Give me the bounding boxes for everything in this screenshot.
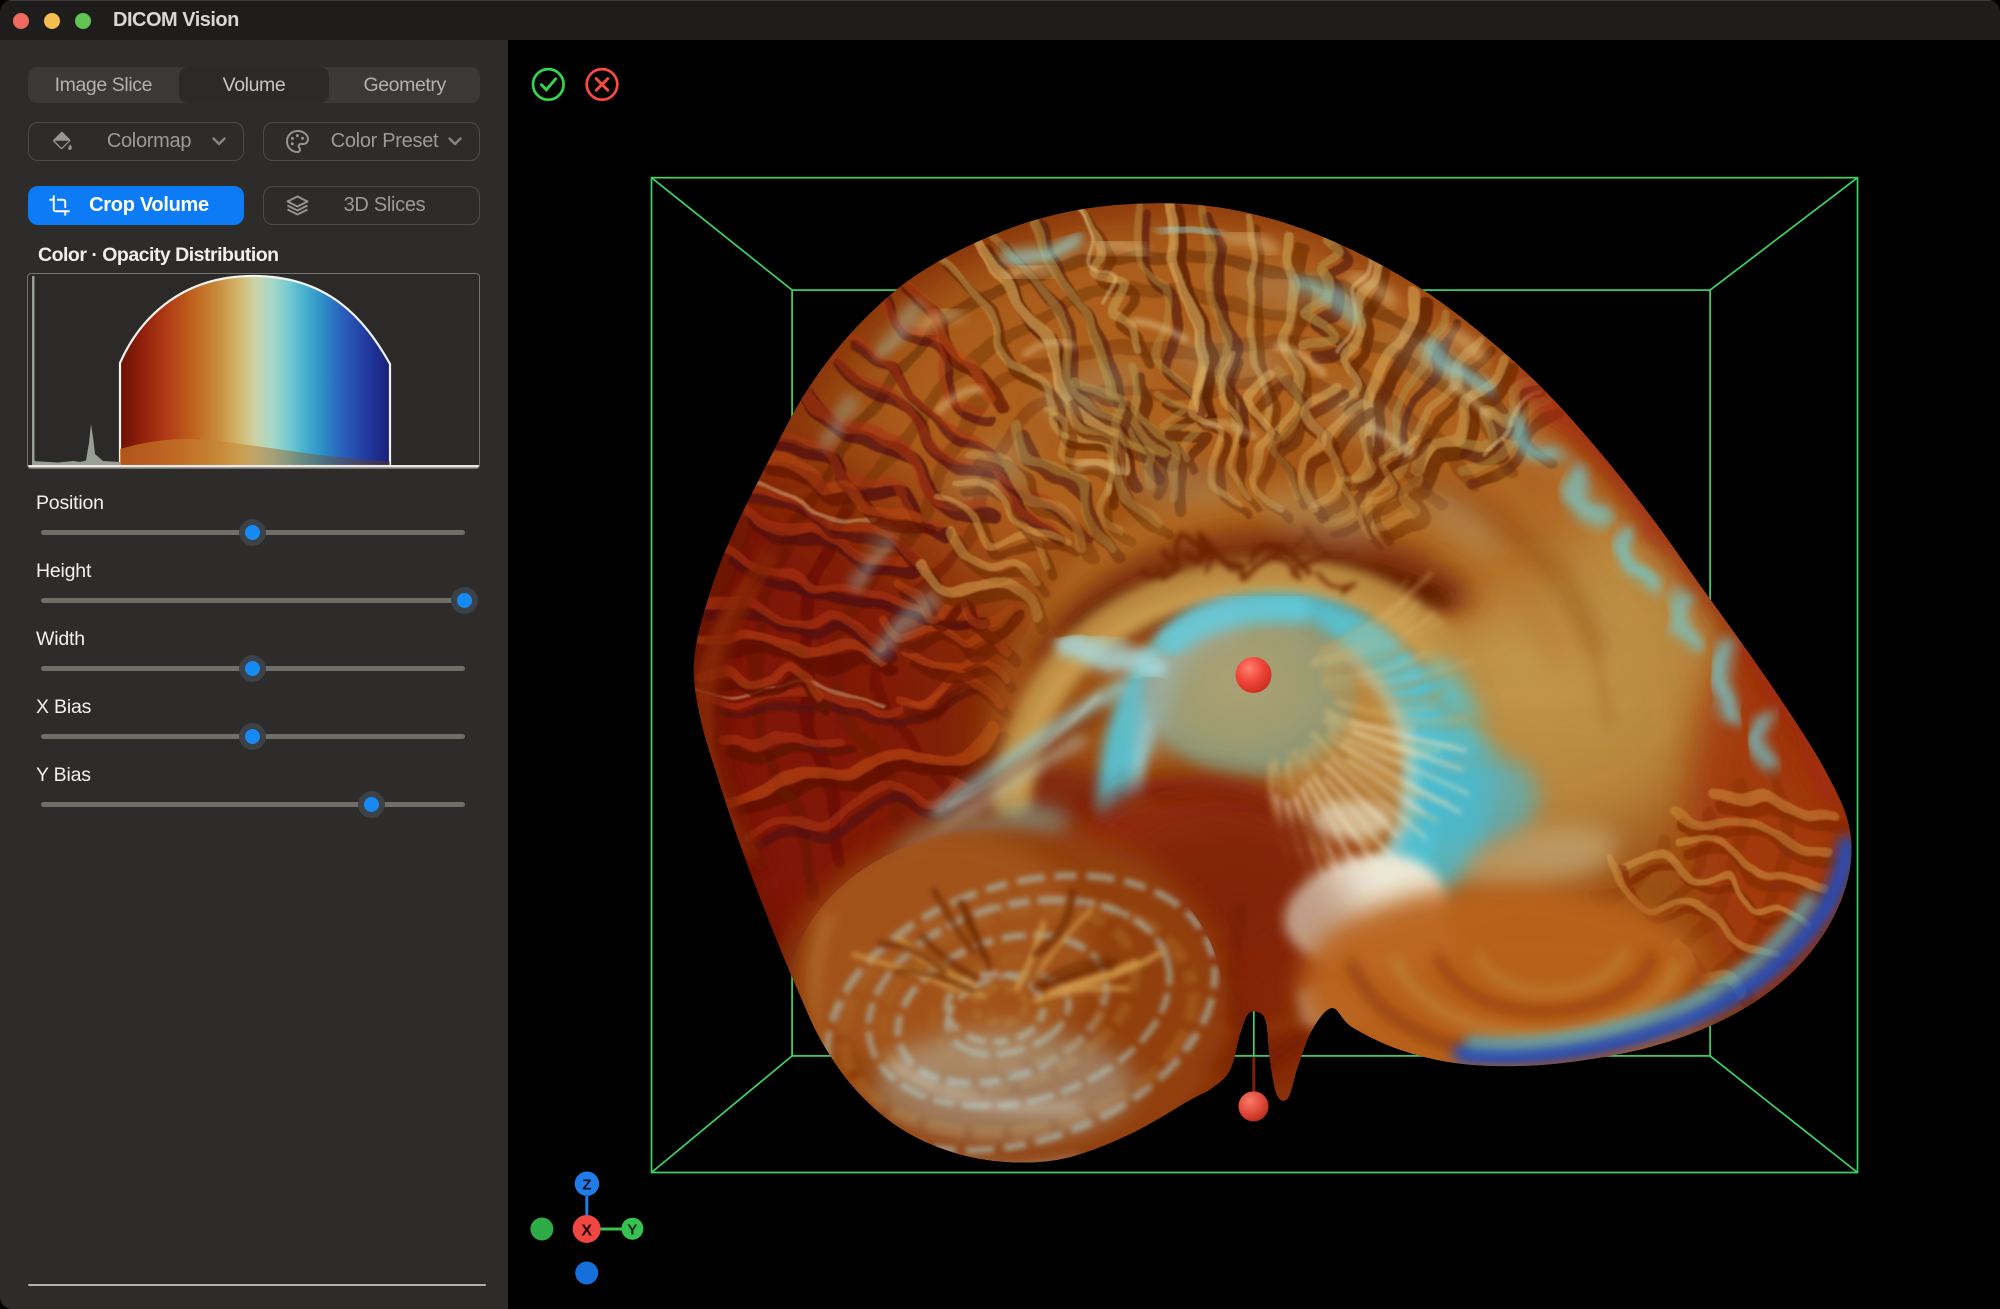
svg-text:X: X — [581, 1223, 592, 1240]
svg-text:Z: Z — [582, 1177, 591, 1194]
svg-text:Y: Y — [627, 1222, 637, 1239]
